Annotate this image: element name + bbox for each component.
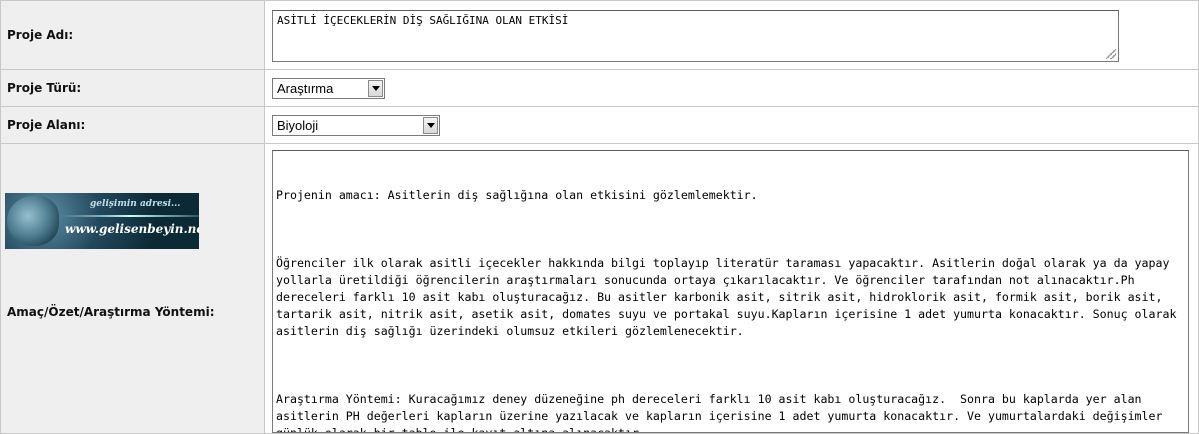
project-type-selected: Araştırma bbox=[277, 80, 334, 96]
row-project-type: Proje Türü: Araştırma bbox=[0, 69, 1199, 107]
banner-slogan: gelişimin adresi... bbox=[90, 199, 181, 209]
banner-site: www.gelisenbeyin.net bbox=[65, 222, 199, 236]
project-type-cell: Araştırma bbox=[264, 69, 1199, 107]
description-label-cell: gelişimin adresi... www.gelisenbeyin.net… bbox=[0, 143, 265, 434]
brain-icon bbox=[7, 196, 59, 246]
description-paragraph: Projenin amacı: Asitlerin diş sağlığına … bbox=[276, 188, 758, 202]
description-cell: Projenin amacı: Asitlerin diş sağlığına … bbox=[264, 143, 1199, 434]
banner-image: gelişimin adresi... www.gelisenbeyin.net bbox=[5, 193, 199, 249]
description-paragraph: Araştırma Yöntemi: Kuracağımız deney düz… bbox=[276, 392, 1170, 433]
description-paragraph: Öğrenciler ilk olarak asitli içecekler h… bbox=[276, 256, 1184, 338]
project-area-label: Proje Alanı: bbox=[0, 106, 265, 144]
chevron-down-icon[interactable] bbox=[423, 116, 438, 134]
project-form: Proje Adı: ASİTLİ İÇECEKLERİN DİŞ SAĞLIĞ… bbox=[0, 0, 1199, 434]
project-name-cell: ASİTLİ İÇECEKLERİN DİŞ SAĞLIĞINA OLAN ET… bbox=[264, 0, 1199, 70]
project-type-select[interactable]: Araştırma bbox=[272, 77, 385, 99]
project-name-label: Proje Adı: bbox=[0, 0, 265, 70]
project-area-cell: Biyoloji bbox=[264, 106, 1199, 144]
project-area-selected: Biyoloji bbox=[277, 117, 319, 133]
project-area-select[interactable]: Biyoloji bbox=[272, 114, 440, 136]
light-streak bbox=[60, 215, 199, 217]
description-textarea[interactable]: Projenin amacı: Asitlerin diş sağlığına … bbox=[272, 150, 1189, 433]
project-name-value: ASİTLİ İÇECEKLERİN DİŞ SAĞLIĞINA OLAN ET… bbox=[277, 13, 569, 27]
project-type-label: Proje Türü: bbox=[0, 69, 265, 107]
description-label: Amaç/Özet/Araştırma Yöntemi: bbox=[7, 305, 215, 319]
row-project-name: Proje Adı: ASİTLİ İÇECEKLERİN DİŞ SAĞLIĞ… bbox=[0, 0, 1199, 70]
chevron-down-icon[interactable] bbox=[368, 79, 383, 97]
project-name-textarea[interactable]: ASİTLİ İÇECEKLERİN DİŞ SAĞLIĞINA OLAN ET… bbox=[272, 9, 1119, 62]
row-project-description: gelişimin adresi... www.gelisenbeyin.net… bbox=[0, 143, 1199, 434]
row-project-area: Proje Alanı: Biyoloji bbox=[0, 106, 1199, 144]
resize-grip-icon[interactable] bbox=[1106, 48, 1116, 59]
